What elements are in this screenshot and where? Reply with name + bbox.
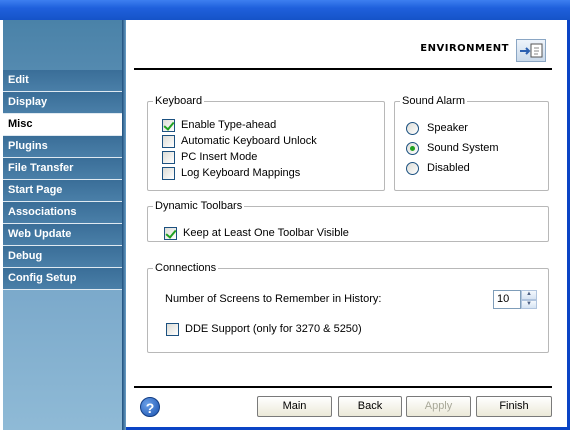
sidebar-item-start-page[interactable]: Start Page — [3, 180, 122, 202]
apply-button[interactable]: Apply — [406, 396, 471, 417]
checkbox-label: Keep at Least One Toolbar Visible — [183, 227, 349, 239]
checkbox-label: Automatic Keyboard Unlock — [181, 135, 317, 147]
screens-history-label: Number of Screens to Remember in History… — [165, 291, 381, 307]
help-icon[interactable]: ? — [140, 397, 160, 417]
back-button[interactable]: Back — [338, 396, 402, 417]
disabled-radio[interactable]: Disabled — [406, 160, 470, 176]
keep-toolbar-visible-checkbox[interactable]: Keep at Least One Toolbar Visible — [164, 225, 349, 241]
check-icon — [164, 226, 177, 240]
checkbox-box — [162, 134, 175, 148]
header-divider — [134, 68, 552, 70]
screens-history-stepper[interactable]: 10 ▲ ▼ — [493, 290, 537, 309]
checkbox-box — [166, 322, 179, 336]
checkbox-label: Log Keyboard Mappings — [181, 167, 301, 179]
main-panel: ENVIRONMENT Keyboard Enable Type-ahead A… — [126, 20, 567, 430]
environment-icon — [516, 39, 546, 62]
sidebar-item-edit[interactable]: Edit — [3, 70, 122, 92]
main-button[interactable]: Main — [257, 396, 332, 417]
page-title: ENVIRONMENT — [420, 43, 509, 54]
radio-label: Disabled — [427, 162, 470, 174]
screens-history-input[interactable]: 10 — [493, 290, 521, 309]
sound-alarm-legend: Sound Alarm — [402, 95, 465, 107]
sidebar-header — [3, 20, 122, 70]
sidebar-item-plugins[interactable]: Plugins — [3, 136, 122, 158]
radio-label: Sound System — [427, 142, 499, 154]
spinner-down-icon[interactable]: ▼ — [521, 299, 537, 309]
connections-group: Connections — [147, 262, 549, 353]
checkbox-box — [162, 166, 175, 180]
dynamic-toolbars-legend: Dynamic Toolbars — [155, 200, 243, 212]
check-icon — [162, 118, 175, 132]
sidebar-item-display[interactable]: Display — [3, 92, 122, 114]
speaker-radio[interactable]: Speaker — [406, 120, 468, 136]
radio-circle — [406, 121, 419, 135]
window-titlebar — [0, 0, 570, 20]
sound-system-radio[interactable]: Sound System — [406, 140, 499, 156]
sidebar-item-web-update[interactable]: Web Update — [3, 224, 122, 246]
sidebar-item-config-setup[interactable]: Config Setup — [3, 268, 122, 290]
sidebar: Edit Display Misc Plugins File Transfer … — [3, 20, 122, 430]
log-keyboard-mappings-checkbox[interactable]: Log Keyboard Mappings — [162, 165, 300, 181]
radio-label: Speaker — [427, 122, 468, 134]
spinner-up-icon[interactable]: ▲ — [521, 290, 537, 300]
checkbox-label: Enable Type-ahead — [181, 119, 277, 131]
checkbox-box — [162, 150, 175, 164]
dde-support-checkbox[interactable]: DDE Support (only for 3270 & 5250) — [166, 321, 362, 337]
finish-button[interactable]: Finish — [476, 396, 552, 417]
enable-type-ahead-checkbox[interactable]: Enable Type-ahead — [162, 117, 276, 133]
radio-circle — [406, 141, 419, 155]
radio-circle — [406, 161, 419, 175]
footer-divider — [134, 386, 552, 388]
keyboard-legend: Keyboard — [155, 95, 203, 107]
connections-legend: Connections — [155, 262, 217, 274]
sidebar-item-debug[interactable]: Debug — [3, 246, 122, 268]
sidebar-item-misc[interactable]: Misc — [3, 114, 122, 136]
checkbox-label: DDE Support (only for 3270 & 5250) — [185, 323, 362, 335]
stepper-buttons: ▲ ▼ — [521, 290, 537, 309]
pc-insert-mode-checkbox[interactable]: PC Insert Mode — [162, 149, 257, 165]
sidebar-item-file-transfer[interactable]: File Transfer — [3, 158, 122, 180]
checkbox-label: PC Insert Mode — [181, 151, 258, 163]
screens-history-text: Number of Screens to Remember in History… — [165, 293, 382, 305]
sidebar-item-associations[interactable]: Associations — [3, 202, 122, 224]
automatic-keyboard-unlock-checkbox[interactable]: Automatic Keyboard Unlock — [162, 133, 317, 149]
